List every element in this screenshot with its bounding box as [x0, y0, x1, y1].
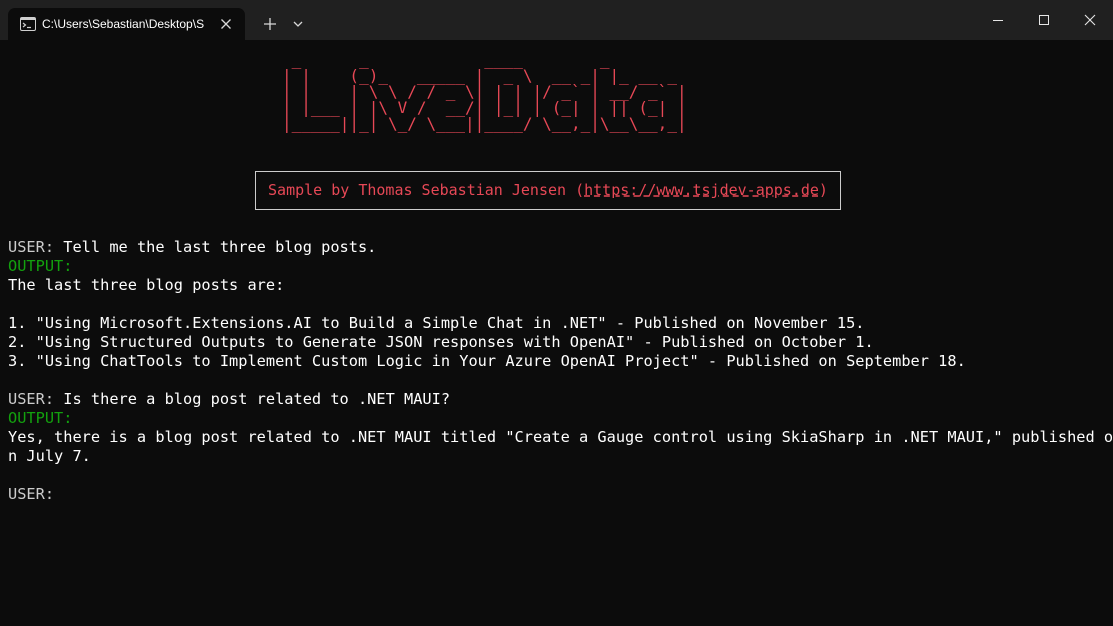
sample-credit-box: Sample by Thomas Sebastian Jensen (https… [255, 171, 841, 210]
output-text: n July 7. [8, 447, 91, 465]
close-icon [1084, 14, 1096, 26]
user-label: USER: [8, 485, 55, 503]
output-list-item: 3. "Using ChatTools to Implement Custom … [8, 352, 966, 371]
window-close-button[interactable] [1067, 0, 1113, 40]
user-message: Is there a blog post related to .NET MAU… [63, 390, 451, 408]
ascii-banner: _ _ ____ _ | | (_)_ _____ | _ \ __ _| |_… [282, 50, 687, 133]
output-text-line: n July 7. [8, 447, 91, 466]
user-message: Tell me the last three blog posts. [63, 238, 377, 256]
sample-credit-prefix: Sample by Thomas Sebastian Jensen ( [268, 181, 585, 199]
plus-icon[interactable] [258, 12, 282, 36]
output-text: 3. "Using ChatTools to Implement Custom … [8, 352, 966, 370]
user-prompt-line[interactable]: USER: [8, 485, 54, 504]
output-text-line: The last three blog posts are: [8, 276, 284, 295]
terminal-output[interactable]: _ _ ____ _ | | (_)_ _____ | _ \ __ _| |_… [0, 40, 1113, 626]
output-label: OUTPUT: [8, 257, 73, 275]
user-label: USER: [8, 238, 64, 256]
sample-credit-suffix: ) [818, 181, 828, 199]
user-prompt-line: USER: Is there a blog post related to .N… [8, 390, 450, 409]
sample-credit-link[interactable]: https://www.tsjdev-apps.de [584, 181, 819, 199]
output-text-line: Yes, there is a blog post related to .NE… [8, 428, 1113, 447]
output-text: 2. "Using Structured Outputs to Generate… [8, 333, 874, 351]
terminal-window: C:\Users\Sebastian\Desktop\S _ _ ____ _ … [0, 0, 1113, 626]
user-prompt-line: USER: Tell me the last three blog posts. [8, 238, 376, 257]
maximize-icon [1039, 15, 1049, 25]
user-label: USER: [8, 390, 64, 408]
minimize-button[interactable] [975, 0, 1021, 40]
output-text: Yes, there is a blog post related to .NE… [8, 428, 1113, 446]
close-icon[interactable] [216, 14, 236, 34]
maximize-button[interactable] [1021, 0, 1067, 40]
terminal-icon [20, 17, 36, 31]
title-bar[interactable]: C:\Users\Sebastian\Desktop\S [0, 0, 1113, 40]
output-label-line: OUTPUT: [8, 257, 72, 276]
output-list-item: 1. "Using Microsoft.Extensions.AI to Bui… [8, 314, 864, 333]
terminal-tab[interactable]: C:\Users\Sebastian\Desktop\S [8, 8, 245, 40]
output-label: OUTPUT: [8, 409, 73, 427]
chevron-down-icon[interactable] [288, 13, 308, 35]
output-label-line: OUTPUT: [8, 409, 72, 428]
minimize-icon [993, 20, 1003, 21]
output-text: The last three blog posts are: [8, 276, 285, 294]
tab-title: C:\Users\Sebastian\Desktop\S [42, 17, 205, 31]
output-text: 1. "Using Microsoft.Extensions.AI to Bui… [8, 314, 865, 332]
output-list-item: 2. "Using Structured Outputs to Generate… [8, 333, 874, 352]
